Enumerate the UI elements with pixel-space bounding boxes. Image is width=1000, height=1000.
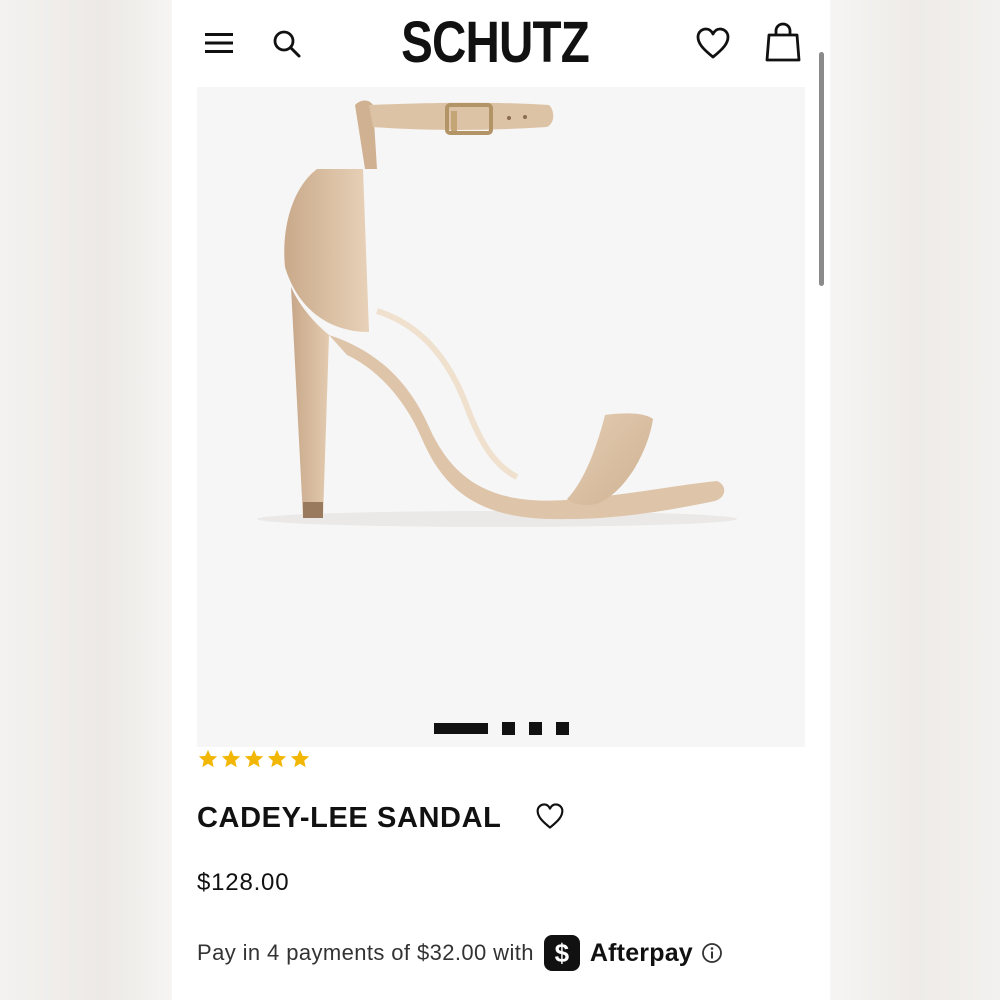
star-icon (198, 749, 218, 768)
add-to-wishlist-button[interactable] (534, 800, 566, 832)
product-image-gallery[interactable] (197, 87, 805, 747)
star-icon (290, 749, 310, 768)
search-button[interactable] (268, 26, 306, 62)
wishlist-button[interactable] (692, 22, 734, 64)
star-rating[interactable] (197, 748, 311, 770)
afterpay-text: Pay in 4 payments of $32.00 with (197, 940, 534, 965)
brand-logo[interactable]: SCHUTZ (401, 12, 590, 74)
afterpay-message: Pay in 4 payments of $32.00 with $ After… (197, 933, 723, 973)
heart-icon (696, 27, 730, 59)
gallery-pagination (434, 721, 569, 735)
info-icon[interactable] (701, 942, 723, 964)
afterpay-brand: Afterpay (589, 938, 693, 967)
background-left (0, 0, 172, 1000)
shopping-bag-icon (765, 22, 801, 62)
product-page: SCHUTZ CADEY-LEE SANDAL $128.00 Pay in 4… (172, 0, 830, 1000)
page-scrollbar[interactable] (819, 52, 824, 286)
menu-button[interactable] (200, 26, 238, 60)
hamburger-menu-icon (205, 33, 233, 53)
gallery-dot[interactable] (502, 721, 515, 735)
gallery-dot-active[interactable] (434, 722, 488, 734)
site-header: SCHUTZ (172, 0, 830, 86)
product-title: CADEY-LEE SANDAL (197, 802, 502, 834)
background-right (830, 0, 1000, 1000)
gallery-dot[interactable] (529, 721, 542, 735)
heart-icon (536, 803, 564, 829)
star-icon (221, 749, 241, 768)
gallery-dot[interactable] (556, 721, 569, 735)
star-icon (244, 749, 264, 768)
product-image (257, 100, 737, 527)
afterpay-logo-icon: $ (543, 935, 580, 971)
product-price: $128.00 (197, 869, 290, 896)
search-icon (273, 30, 301, 58)
cart-button[interactable] (762, 20, 804, 64)
star-icon (267, 749, 287, 768)
